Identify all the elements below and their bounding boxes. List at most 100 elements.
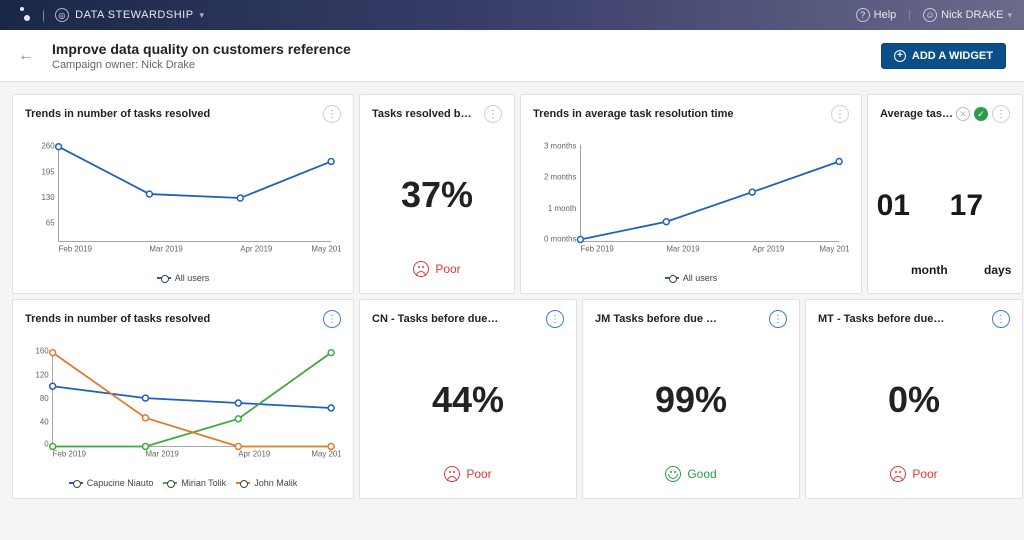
card-title: Trends in number of tasks resolved xyxy=(25,313,210,325)
status-ok-icon: ✓ xyxy=(974,107,988,121)
topbar: | ◎ DATA STEWARDSHIP ▾ ? Help | ☺ Nick D… xyxy=(0,0,1024,30)
face-sad-icon xyxy=(890,466,906,482)
stat-rating: Good xyxy=(595,466,787,482)
card-menu-button[interactable]: ⋮ xyxy=(546,310,564,328)
chart: 160 120 80 40 0 Feb 2019 Mar 2019 Apr 20… xyxy=(25,334,341,474)
card-title: Trends in number of tasks resolved xyxy=(25,108,210,120)
svg-text:80: 80 xyxy=(40,394,49,403)
chevron-down-icon: ▾ xyxy=(200,10,205,21)
svg-text:Apr 2019: Apr 2019 xyxy=(238,449,271,458)
svg-text:195: 195 xyxy=(41,167,55,176)
separator: | xyxy=(908,9,911,21)
card-menu-button[interactable]: ⋮ xyxy=(323,105,341,123)
page-subtitle: Campaign owner: Nick Drake xyxy=(52,59,863,71)
svg-text:130: 130 xyxy=(41,193,55,202)
card-average-task-resolution: Average task re… ✕ ✓ ⋮ 01 month 17 days xyxy=(867,94,1023,294)
card-title: MT - Tasks before due… xyxy=(818,313,944,325)
svg-text:May 2019: May 2019 xyxy=(819,244,849,253)
breadcrumb[interactable]: ◎ DATA STEWARDSHIP ▾ xyxy=(55,8,204,22)
back-button[interactable]: ← xyxy=(18,47,34,65)
card-title: CN - Tasks before due… xyxy=(372,313,498,325)
duration-days: 17 xyxy=(950,189,983,223)
stewardship-icon: ◎ xyxy=(55,8,69,22)
rating-label: Poor xyxy=(435,262,460,276)
separator: | xyxy=(42,8,45,22)
chart-legend: All users xyxy=(533,273,849,283)
stat-value: 99% xyxy=(595,334,787,466)
card-menu-button[interactable]: ⋮ xyxy=(769,310,787,328)
svg-text:Mar 2019: Mar 2019 xyxy=(666,244,700,253)
card-cn-tasks-before-due: CN - Tasks before due… ⋮ 44% Poor xyxy=(359,299,577,499)
stat-value: 37% xyxy=(372,129,502,261)
svg-text:65: 65 xyxy=(46,219,55,228)
dashboard-grid: Trends in number of tasks resolved ⋮ 260… xyxy=(0,82,1024,540)
svg-text:40: 40 xyxy=(40,418,49,427)
card-mt-tasks-before-due: MT - Tasks before due… ⋮ 0% Poor xyxy=(805,299,1023,499)
svg-text:0 months: 0 months xyxy=(544,234,577,243)
svg-text:May 2019: May 2019 xyxy=(311,449,341,458)
help-icon: ? xyxy=(856,8,870,22)
legend-label: John Malik xyxy=(254,478,297,488)
card-trends-resolution-time: Trends in average task resolution time ⋮… xyxy=(520,94,862,294)
card-title: Tasks resolved befor… xyxy=(372,108,472,120)
legend-label: Capucine Niauto xyxy=(87,478,154,488)
face-sad-icon xyxy=(444,466,460,482)
svg-text:260: 260 xyxy=(41,142,55,151)
help-link[interactable]: ? Help xyxy=(856,8,897,22)
svg-text:120: 120 xyxy=(36,370,50,379)
svg-text:2 months: 2 months xyxy=(544,172,577,181)
stat-rating: Poor xyxy=(372,466,564,482)
add-widget-label: ADD A WIDGET xyxy=(912,50,993,62)
page-title: Improve data quality on customers refere… xyxy=(52,41,863,57)
duration-unit: days xyxy=(984,263,1011,283)
legend-label: All users xyxy=(175,273,210,283)
svg-text:160: 160 xyxy=(36,347,50,356)
duration-months: 01 xyxy=(877,189,910,223)
card-tasks-resolved-before: Tasks resolved befor… ⋮ 37% Poor xyxy=(359,94,515,294)
chart: 260 195 130 65 Feb 2019 Mar 2019 Apr 201… xyxy=(25,129,341,269)
stat-rating: Poor xyxy=(818,466,1010,482)
user-icon: ☺ xyxy=(923,8,937,22)
chevron-down-icon: ▾ xyxy=(1007,10,1012,21)
chart-legend: .legend-sw::after{border-color:inherit}A… xyxy=(25,273,341,283)
card-menu-button[interactable]: ⋮ xyxy=(323,310,341,328)
svg-text:1 month: 1 month xyxy=(548,204,577,213)
legend-label: Mirian Tolik xyxy=(181,478,226,488)
card-trends-tasks-by-user: Trends in number of tasks resolved ⋮ 160… xyxy=(12,299,354,499)
stat-rating: Poor xyxy=(372,261,502,277)
svg-text:0: 0 xyxy=(44,439,49,448)
card-jm-tasks-before-due: JM Tasks before due … ⋮ 99% Good xyxy=(582,299,800,499)
svg-text:Feb 2019: Feb 2019 xyxy=(580,244,614,253)
face-happy-icon xyxy=(665,466,681,482)
chart: 3 months 2 months 1 month 0 months Feb 2… xyxy=(533,129,849,269)
legend-label: All users xyxy=(683,273,718,283)
rating-label: Poor xyxy=(912,467,937,481)
user-name: Nick DRAKE xyxy=(941,9,1003,21)
add-widget-button[interactable]: + ADD A WIDGET xyxy=(881,43,1006,69)
stat-duration: 01 month 17 days xyxy=(880,129,1010,283)
card-menu-button[interactable]: ⋮ xyxy=(992,310,1010,328)
status-off-icon: ✕ xyxy=(956,107,970,121)
card-trends-tasks-resolved: Trends in number of tasks resolved ⋮ 260… xyxy=(12,94,354,294)
user-menu[interactable]: ☺ Nick DRAKE ▾ xyxy=(923,8,1012,22)
rating-label: Poor xyxy=(466,467,491,481)
card-title: JM Tasks before due … xyxy=(595,313,717,325)
app-logo xyxy=(12,5,32,25)
page-header: ← Improve data quality on customers refe… xyxy=(0,30,1024,82)
plus-icon: + xyxy=(894,50,906,62)
svg-text:Mar 2019: Mar 2019 xyxy=(145,449,179,458)
stat-value: 0% xyxy=(818,334,1010,466)
svg-text:Feb 2019: Feb 2019 xyxy=(59,244,93,253)
card-menu-button[interactable]: ⋮ xyxy=(484,105,502,123)
svg-text:Apr 2019: Apr 2019 xyxy=(752,244,785,253)
card-title: Average task re… xyxy=(880,108,956,120)
help-label: Help xyxy=(874,9,897,21)
svg-text:Apr 2019: Apr 2019 xyxy=(240,244,273,253)
stat-value: 44% xyxy=(372,334,564,466)
rating-label: Good xyxy=(687,467,716,481)
breadcrumb-label: DATA STEWARDSHIP xyxy=(75,9,193,21)
svg-text:Mar 2019: Mar 2019 xyxy=(149,244,183,253)
card-title: Trends in average task resolution time xyxy=(533,108,734,120)
card-menu-button[interactable]: ⋮ xyxy=(992,105,1010,123)
card-menu-button[interactable]: ⋮ xyxy=(831,105,849,123)
